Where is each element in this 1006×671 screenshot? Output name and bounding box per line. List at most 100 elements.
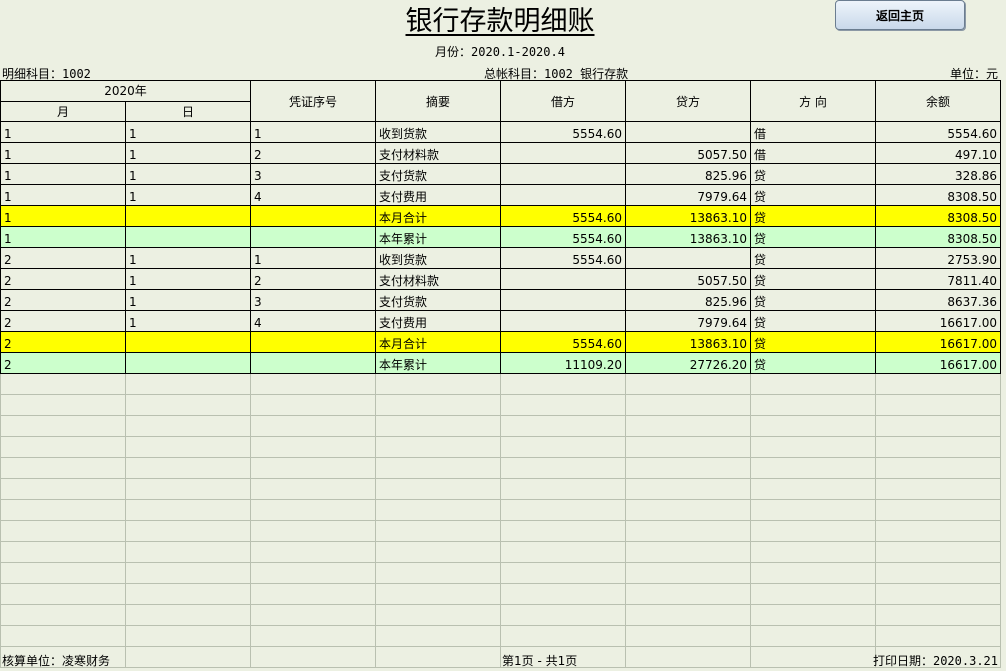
- balance-header: 余额: [875, 80, 1002, 122]
- cell-balance: 16617.00: [875, 331, 1002, 353]
- cell-balance: 5554.60: [875, 121, 1002, 143]
- cell-voucher: [250, 352, 377, 374]
- cell-voucher: 4: [250, 184, 377, 206]
- cell-credit: 5057.50: [625, 142, 752, 164]
- cell-debit: [500, 310, 627, 332]
- empty-row: [0, 457, 1002, 479]
- empty-row: [0, 541, 1002, 563]
- empty-cell: [0, 604, 126, 626]
- empty-cell: [375, 520, 502, 542]
- empty-cell: [375, 499, 502, 521]
- empty-cell: [875, 604, 1002, 626]
- empty-cell: [750, 625, 877, 647]
- summary-header: 摘要: [375, 80, 502, 122]
- month-total-row: 2 本月合计 5554.60 13863.10 贷 16617.00: [0, 331, 1002, 353]
- table-row: 2 1 2 支付材料款 5057.50 贷 7811.40: [0, 268, 1002, 290]
- empty-cell: [750, 436, 877, 458]
- cell-month: 1: [0, 205, 126, 227]
- ledger-table: 2020年 凭证序号 摘要 借方 贷方 方 向 余额 月 日 1 1 1 收到货款 55…: [0, 80, 1002, 668]
- credit-header: 贷方: [625, 80, 752, 122]
- cell-month: 1: [0, 163, 126, 185]
- cell-voucher: [250, 205, 377, 227]
- cell-summary: 本月合计: [375, 331, 502, 353]
- table-row: 1 1 4 支付费用 7979.64 贷 8308.50: [0, 184, 1002, 206]
- company-label: 核算单位：凌寒财务: [2, 654, 111, 668]
- cell-debit: 5554.60: [500, 121, 627, 143]
- return-home-button[interactable]: 返回主页: [835, 0, 965, 30]
- cell-credit: 13863.10: [625, 205, 752, 227]
- empty-cell: [500, 604, 627, 626]
- empty-cell: [750, 541, 877, 563]
- cell-balance: 497.10: [875, 142, 1002, 164]
- cell-direction: 贷: [750, 352, 877, 374]
- cell-day: 1: [124, 289, 252, 311]
- empty-cell: [750, 415, 877, 437]
- direction-header: 方 向: [750, 80, 877, 122]
- empty-cell: [625, 457, 752, 479]
- empty-cell: [875, 625, 1002, 647]
- table-row: 2 1 1 收到货款 5554.60 贷 2753.90: [0, 247, 1002, 269]
- cell-credit: 5057.50: [625, 268, 752, 290]
- cell-balance: 328.86: [875, 163, 1002, 185]
- cell-voucher: [250, 331, 377, 353]
- empty-cell: [250, 541, 377, 563]
- empty-cell: [250, 604, 377, 626]
- empty-cell: [375, 436, 502, 458]
- empty-cell: [750, 604, 877, 626]
- empty-cell: [625, 604, 752, 626]
- empty-cell: [750, 457, 877, 479]
- empty-cell: [0, 499, 126, 521]
- cell-voucher: 1: [250, 247, 377, 269]
- empty-cell: [625, 541, 752, 563]
- cell-credit: 7979.64: [625, 184, 752, 206]
- cell-month: 1: [0, 121, 126, 143]
- empty-cell: [250, 520, 377, 542]
- cell-day: 1: [124, 268, 252, 290]
- year-header: 2020年: [0, 80, 252, 102]
- empty-cell: [250, 499, 377, 521]
- empty-row: [0, 520, 1002, 542]
- year-total-row: 2 本年累计 11109.20 27726.20 贷 16617.00: [0, 352, 1002, 374]
- empty-cell: [250, 646, 377, 668]
- empty-cell: [625, 373, 752, 395]
- voucher-header: 凭证序号: [250, 80, 377, 122]
- empty-cell: [500, 394, 627, 416]
- cell-credit: 825.96: [625, 163, 752, 185]
- empty-row: [0, 562, 1002, 584]
- empty-cell: [500, 499, 627, 521]
- empty-cell: [250, 415, 377, 437]
- empty-cell: [124, 583, 252, 605]
- table-row: 2 1 3 支付货款 825.96 贷 8637.36: [0, 289, 1002, 311]
- cell-direction: 贷: [750, 205, 877, 227]
- empty-row: [0, 373, 1002, 395]
- cell-credit: 7979.64: [625, 310, 752, 332]
- cell-month: 2: [0, 289, 126, 311]
- cell-day: [124, 352, 252, 374]
- empty-cell: [124, 457, 252, 479]
- empty-cell: [375, 625, 502, 647]
- empty-cell: [124, 499, 252, 521]
- empty-cell: [0, 394, 126, 416]
- cell-credit: 825.96: [625, 289, 752, 311]
- empty-cell: [375, 562, 502, 584]
- cell-day: 1: [124, 247, 252, 269]
- empty-cell: [625, 583, 752, 605]
- cell-credit: [625, 247, 752, 269]
- cell-debit: 5554.60: [500, 331, 627, 353]
- cell-debit: [500, 289, 627, 311]
- cell-month: 2: [0, 331, 126, 353]
- empty-cell: [625, 478, 752, 500]
- empty-cell: [250, 457, 377, 479]
- empty-cell: [625, 520, 752, 542]
- debit-header: 借方: [500, 80, 627, 122]
- cell-month: 2: [0, 268, 126, 290]
- cell-day: [124, 226, 252, 248]
- empty-cell: [375, 394, 502, 416]
- empty-cell: [875, 520, 1002, 542]
- cell-balance: 16617.00: [875, 310, 1002, 332]
- cell-direction: 贷: [750, 163, 877, 185]
- table-row: 1 1 3 支付货款 825.96 贷 328.86: [0, 163, 1002, 185]
- cell-balance: 7811.40: [875, 268, 1002, 290]
- empty-row: [0, 604, 1002, 626]
- empty-cell: [875, 478, 1002, 500]
